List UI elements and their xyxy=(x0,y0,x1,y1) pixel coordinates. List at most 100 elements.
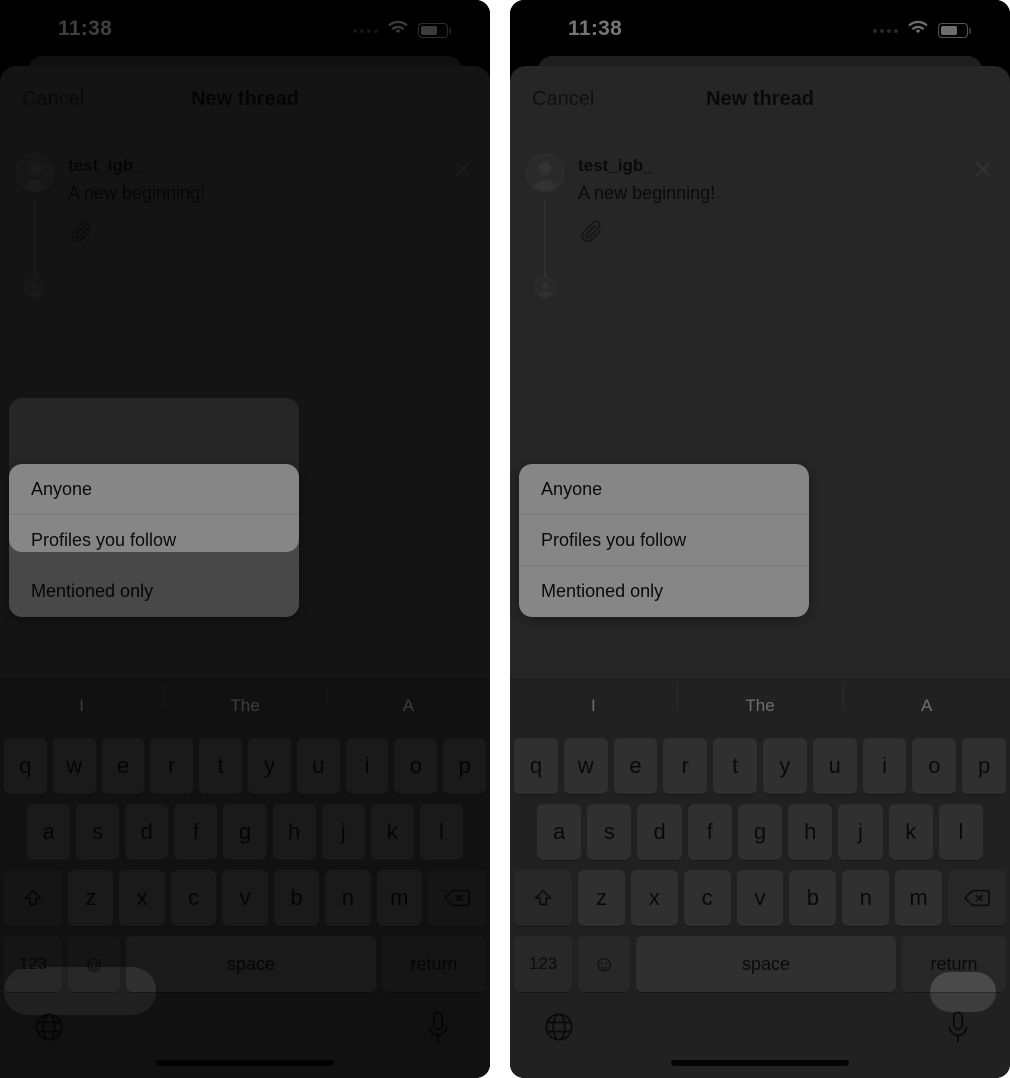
key-o[interactable]: o xyxy=(394,738,438,794)
key-y[interactable]: y xyxy=(248,738,291,794)
paperclip-icon[interactable] xyxy=(579,219,605,245)
key-x[interactable]: x xyxy=(119,870,165,926)
dropdown-option-anyone[interactable]: Anyone xyxy=(519,464,810,515)
wifi-icon xyxy=(907,20,929,41)
space-key[interactable]: space xyxy=(636,936,896,992)
sheet-navbar: Cancel New thread xyxy=(0,66,490,134)
key-d[interactable]: d xyxy=(637,804,682,860)
suggestion-1[interactable]: I xyxy=(0,696,163,716)
return-key[interactable]: return xyxy=(902,936,1006,992)
key-e[interactable]: e xyxy=(613,738,658,794)
suggestion-3[interactable]: A xyxy=(843,684,1010,716)
key-c[interactable]: c xyxy=(683,870,731,926)
post-text[interactable]: A new beginning! xyxy=(68,183,205,204)
key-z[interactable]: z xyxy=(578,870,625,926)
signal-dots-icon xyxy=(353,28,379,33)
backspace-delete-icon[interactable] xyxy=(428,870,487,926)
key-p[interactable]: p xyxy=(962,738,1007,794)
key-g[interactable]: g xyxy=(737,804,783,860)
username-label: test_igb_ xyxy=(68,156,143,175)
key-x[interactable]: x xyxy=(630,870,678,926)
key-l[interactable]: l xyxy=(938,804,984,860)
key-o[interactable]: o xyxy=(912,738,957,794)
reply-audience-dropdown[interactable]: Anyone Profiles you follow Mentioned onl… xyxy=(519,464,810,617)
key-h[interactable]: h xyxy=(272,804,316,860)
reply-audience-dropdown[interactable]: Anyone Profiles you follow Mentioned onl… xyxy=(9,464,299,617)
numbers-key[interactable]: 123 xyxy=(4,936,62,992)
key-m[interactable]: m xyxy=(895,870,942,926)
key-u[interactable]: u xyxy=(812,738,857,794)
key-r[interactable]: r xyxy=(150,738,194,794)
thread-connector-line xyxy=(544,200,546,278)
suggestion-2[interactable]: The xyxy=(163,684,326,716)
dropdown-option-mentioned-only[interactable]: Mentioned only xyxy=(9,566,299,617)
key-w[interactable]: w xyxy=(563,738,608,794)
key-s[interactable]: s xyxy=(587,804,632,860)
key-d[interactable]: d xyxy=(125,804,169,860)
dropdown-option-anyone[interactable]: Anyone xyxy=(9,464,299,515)
key-e[interactable]: e xyxy=(101,738,145,794)
keyboard-bottom-row xyxy=(510,1000,1010,1078)
dropdown-option-mentioned-only[interactable]: Mentioned only xyxy=(519,566,809,617)
phone-screen-right: 11:38 Cancel New thread test_igb_ A new … xyxy=(510,0,1010,1078)
suggestion-3[interactable]: A xyxy=(326,684,490,716)
globe-language-icon[interactable] xyxy=(34,1012,64,1042)
numbers-key[interactable]: 123 xyxy=(514,936,573,992)
key-n[interactable]: n xyxy=(325,870,371,926)
shift-up-arrow-icon[interactable] xyxy=(4,870,62,926)
key-j[interactable]: j xyxy=(838,804,883,860)
key-n[interactable]: n xyxy=(842,870,890,926)
suggestion-2[interactable]: The xyxy=(676,684,844,716)
key-v[interactable]: v xyxy=(736,870,784,926)
globe-language-icon[interactable] xyxy=(544,1012,574,1042)
backspace-delete-icon[interactable] xyxy=(947,870,1006,926)
key-c[interactable]: c xyxy=(170,870,217,926)
key-t[interactable]: t xyxy=(713,738,758,794)
key-b[interactable]: b xyxy=(789,870,837,926)
paperclip-icon[interactable] xyxy=(69,219,95,245)
key-k[interactable]: k xyxy=(370,804,414,860)
microphone-icon[interactable] xyxy=(426,1010,450,1044)
microphone-icon[interactable] xyxy=(946,1010,970,1044)
suggestion-1[interactable]: I xyxy=(510,696,677,716)
key-q[interactable]: q xyxy=(3,738,47,794)
key-b[interactable]: b xyxy=(273,870,320,926)
key-v[interactable]: v xyxy=(222,870,268,926)
key-u[interactable]: u xyxy=(296,738,340,794)
key-a[interactable]: a xyxy=(537,804,582,860)
status-bar: 11:38 xyxy=(510,0,1010,62)
key-k[interactable]: k xyxy=(888,804,933,860)
close-x-icon[interactable] xyxy=(452,158,474,180)
key-m[interactable]: m xyxy=(376,870,423,926)
key-p[interactable]: p xyxy=(443,738,487,794)
dropdown-option-profiles-you-follow[interactable]: Profiles you follow xyxy=(9,515,299,566)
post-text[interactable]: A new beginning! xyxy=(578,183,715,204)
key-i[interactable]: i xyxy=(345,738,389,794)
key-w[interactable]: w xyxy=(52,738,96,794)
dropdown-option-profiles-you-follow[interactable]: Profiles you follow xyxy=(519,515,810,566)
key-q[interactable]: q xyxy=(514,738,558,794)
key-g[interactable]: g xyxy=(223,804,267,860)
return-key[interactable]: return xyxy=(382,936,487,992)
key-s[interactable]: s xyxy=(76,804,120,860)
user-avatar-small-icon xyxy=(24,277,45,298)
status-bar-time: 11:38 xyxy=(58,17,113,40)
shift-up-arrow-icon[interactable] xyxy=(514,870,573,926)
new-thread-sheet: Cancel New thread test_igb_ A new beginn… xyxy=(0,66,491,1078)
key-i[interactable]: i xyxy=(862,738,907,794)
key-j[interactable]: j xyxy=(321,804,365,860)
key-t[interactable]: t xyxy=(199,738,243,794)
space-key[interactable]: space xyxy=(126,936,377,992)
key-a[interactable]: a xyxy=(27,804,71,860)
key-y[interactable]: y xyxy=(763,738,807,794)
key-r[interactable]: r xyxy=(663,738,708,794)
emoji-smiley-icon[interactable]: ☺ xyxy=(68,936,120,992)
close-x-icon[interactable] xyxy=(972,158,994,180)
key-z[interactable]: z xyxy=(68,870,114,926)
key-l[interactable]: l xyxy=(419,804,464,860)
keyboard-row-3: z x c v b n m xyxy=(0,870,490,926)
key-f[interactable]: f xyxy=(687,804,732,860)
key-h[interactable]: h xyxy=(788,804,833,860)
key-f[interactable]: f xyxy=(174,804,218,860)
emoji-smiley-icon[interactable]: ☺ xyxy=(578,936,631,992)
